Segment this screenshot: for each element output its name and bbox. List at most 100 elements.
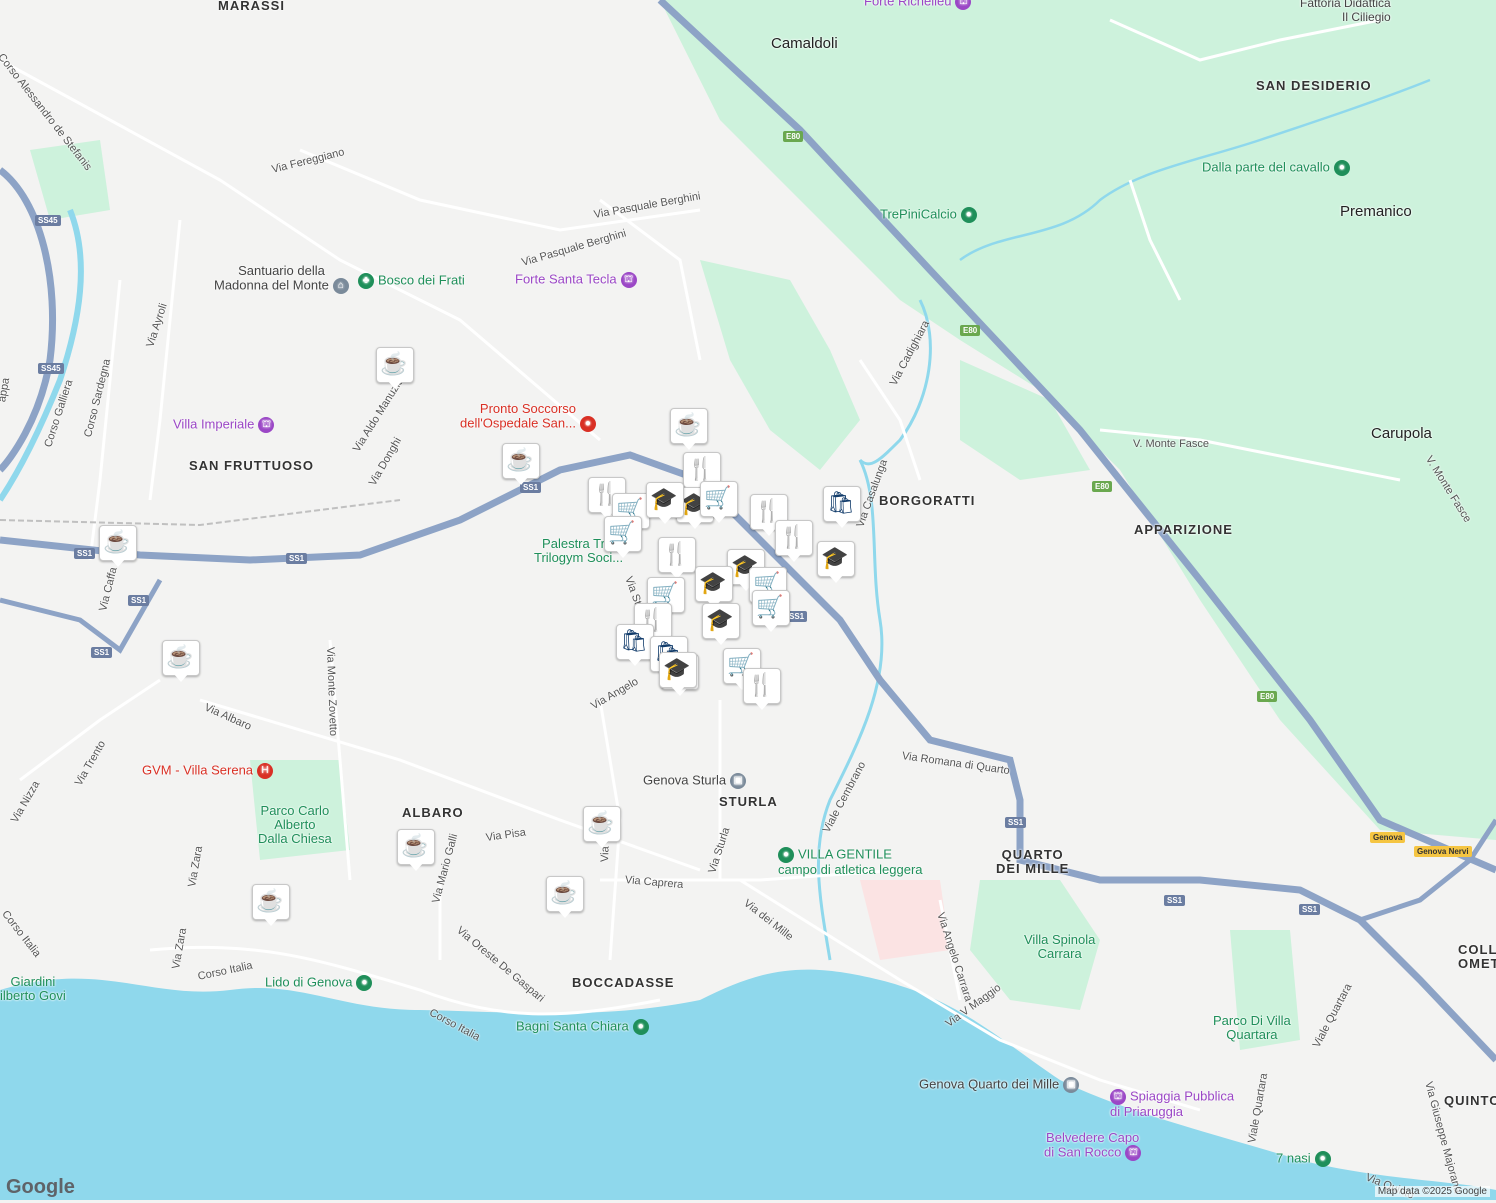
cafe-icon: ☕ (674, 412, 702, 437)
genova-sturla-label[interactable]: Genova Sturla ▣ (643, 773, 747, 789)
sette-nasi-label[interactable]: 7 nasi ● (1276, 1151, 1331, 1167)
train-icon: ▣ (1063, 1077, 1080, 1093)
school-icon: 🎓 (663, 656, 691, 681)
hospital-icon: H (257, 763, 274, 779)
quarto-dei-mille-label: QUARTO DEI MILLE (996, 847, 1070, 876)
parco-carlo-label[interactable]: Parco Carlo Alberto Dalla Chiesa (258, 804, 332, 846)
marker-tail (713, 636, 729, 645)
church-icon: ⌂ (332, 278, 349, 294)
grocery-marker[interactable]: 🛒 (700, 481, 738, 525)
sturla-label: STURLA (719, 794, 778, 809)
e80-shield: E80 (783, 131, 804, 142)
marker-tail (828, 574, 844, 583)
attribution[interactable]: Map data ©2025 Google (1374, 1186, 1490, 1197)
gvm-label[interactable]: GVM - Villa Serena H (142, 763, 274, 779)
cafe-marker[interactable]: ☕ (162, 640, 200, 684)
cafe-marker[interactable]: ☕ (502, 443, 540, 487)
school-marker[interactable]: 🎓 (817, 541, 855, 585)
santuario-label[interactable]: Santuario della Madonna del Monte ⌂ (214, 263, 349, 294)
villa-imperiale-label[interactable]: Villa Imperiale ⛫ (173, 417, 275, 433)
carupola-label: Carupola (1371, 425, 1432, 442)
cafe-marker[interactable]: ☕ (99, 525, 137, 569)
marker-tail (786, 553, 802, 562)
marker-tail (408, 862, 424, 871)
trepinicalcio-label[interactable]: TrePiniCalcio ● (880, 207, 977, 223)
apparizione-label: APPARIZIONE (1134, 522, 1233, 537)
shopping-icon: 🛍 (827, 490, 855, 515)
restaurant-marker[interactable]: 🍴 (775, 520, 813, 564)
forte-richelieu-label[interactable]: Forte Richelieu ⛫ (864, 0, 972, 10)
school-marker[interactable]: 🎓 (646, 482, 684, 526)
villa-gentile-label[interactable]: ● VILLA GENTILE campo di atletica leggera (778, 847, 923, 877)
restaurant-marker[interactable]: 🍴 (743, 668, 781, 712)
cafe-marker[interactable]: ☕ (670, 408, 708, 452)
cafe-icon: ☕ (587, 810, 615, 835)
railway (0, 499, 401, 527)
marker-tail (681, 441, 697, 450)
cafe-icon: ☕ (550, 880, 578, 905)
cafe-marker[interactable]: ☕ (252, 884, 290, 928)
school-marker[interactable]: 🎓 (659, 652, 697, 696)
albaro-label: ALBARO (402, 805, 464, 820)
marker-tail (711, 514, 727, 523)
camaldoli-label: Camaldoli (771, 35, 838, 52)
shopping-marker[interactable]: 🛍 (616, 624, 654, 668)
grocery-icon: 🛒 (608, 520, 636, 545)
cafe-marker[interactable]: ☕ (397, 829, 435, 873)
cafe-icon: ☕ (256, 888, 284, 913)
cafe-marker[interactable]: ☕ (546, 876, 584, 920)
cafe-marker[interactable]: ☕ (376, 347, 414, 391)
e80-shield: E80 (960, 325, 981, 336)
fattoria-label[interactable]: Fattoria Didattica Il Ciliegio (1300, 0, 1391, 24)
school-icon: 🎓 (699, 570, 727, 595)
giardini-label[interactable]: Giardini ilberto Govi (0, 975, 66, 1003)
grocery-icon: 🛒 (756, 594, 784, 619)
marker-tail (615, 549, 631, 558)
v-monte-fasce-label: V. Monte Fasce (1133, 438, 1210, 450)
ss1-shield: SS1 (91, 647, 113, 658)
ss1-shield: SS1 (1299, 904, 1321, 915)
sports-icon: ● (960, 207, 977, 223)
grocery-marker[interactable]: 🛒 (752, 590, 790, 634)
sports-icon: ● (356, 975, 373, 991)
belvedere-label[interactable]: Belvedere Capo di San Rocco ⛫ (1044, 1130, 1142, 1161)
forte-santa-tecla-label[interactable]: Forte Santa Tecla ⛫ (515, 272, 637, 288)
bosco-dei-frati-label[interactable]: ♣ Bosco dei Frati (358, 273, 465, 289)
marker-tail (513, 476, 529, 485)
ss45-shield: SS45 (35, 215, 61, 226)
borgoratti-label: BORGORATTI (879, 493, 976, 508)
marker-tail (263, 917, 279, 926)
cafe-marker[interactable]: ☕ (583, 806, 621, 850)
school-icon: 🎓 (650, 486, 678, 511)
marker-tail (670, 685, 686, 694)
marker-tail (557, 909, 573, 918)
park-area (700, 260, 860, 470)
colle-label: COLLE DE OMETT (1458, 942, 1496, 971)
genova-quarto-label[interactable]: Genova Quarto dei Mille ▣ (919, 1077, 1080, 1093)
spiaggia-label[interactable]: ⛫ Spiaggia Pubblica di Priaruggia (1110, 1089, 1234, 1119)
villa-spinola-label[interactable]: Villa Spinola Carrara (1024, 933, 1095, 961)
lido-label[interactable]: Lido di Genova ● (265, 975, 373, 991)
quinto-label: QUINTO (1444, 1093, 1496, 1108)
premanico-label: Premanico (1340, 203, 1412, 220)
restaurant-icon: 🍴 (662, 541, 690, 566)
dalla-parte-label[interactable]: Dalla parte del cavallo ● (1202, 160, 1350, 176)
bagni-label[interactable]: Bagni Santa Chiara ● (516, 1019, 649, 1035)
restaurant-icon: 🍴 (747, 672, 775, 697)
shopping-icon: 🛍 (620, 628, 648, 653)
cafe-icon: ☕ (380, 351, 408, 376)
shopping-marker[interactable]: 🛍 (823, 486, 861, 530)
ss1-shield: SS1 (74, 548, 96, 559)
grocery-marker[interactable]: 🛒 (604, 516, 642, 560)
museum-icon: ⛫ (955, 0, 972, 10)
pronto-soccorso-label[interactable]: Pronto Soccorso dell'Ospedale San... ● (460, 401, 596, 432)
restaurant-marker[interactable]: 🍴 (658, 537, 696, 581)
school-marker[interactable]: 🎓 (702, 603, 740, 647)
marker-tail (594, 839, 610, 848)
genova-nervi-exit-shield: Genova Nervi (1414, 846, 1472, 857)
restaurant-icon: 🍴 (779, 524, 807, 549)
school-icon: 🎓 (821, 545, 849, 570)
school-icon: 🎓 (706, 607, 734, 632)
tree-icon: ♣ (358, 273, 374, 289)
parco-quartara-label[interactable]: Parco Di Villa Quartara (1213, 1014, 1291, 1042)
